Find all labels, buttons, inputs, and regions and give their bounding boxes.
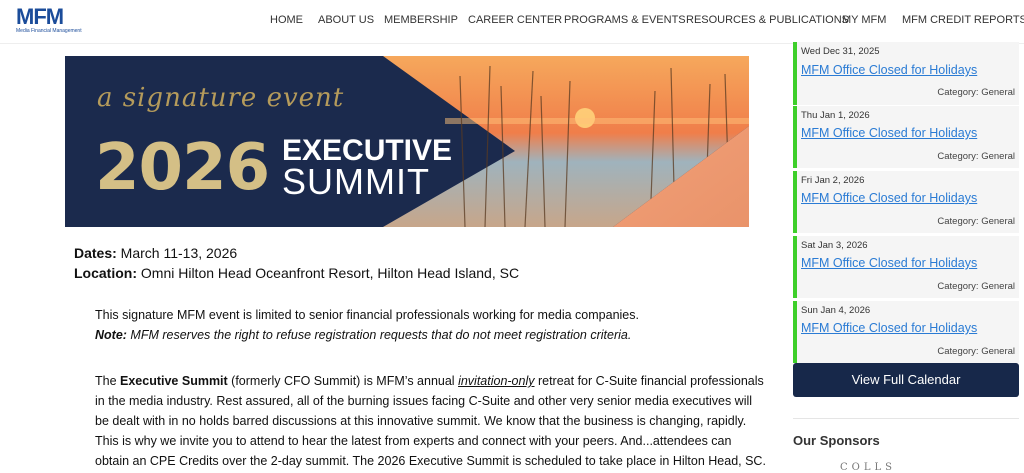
event-date: Sun Jan 4, 2026 bbox=[801, 305, 871, 316]
event-category: Category: General bbox=[937, 87, 1015, 98]
nav-resources-publications[interactable]: RESOURCES & PUBLICATIONS bbox=[686, 13, 849, 27]
event-category: Category: General bbox=[937, 281, 1015, 292]
invitation-only-link[interactable]: invitation-only bbox=[458, 374, 534, 388]
location-line: Location: Omni Hilton Head Oceanfront Re… bbox=[74, 263, 774, 283]
calendar-event: Sat Jan 3, 2026 MFM Office Closed for Ho… bbox=[793, 236, 1019, 298]
site-header: MFM Media Financial Management HOME ABOU… bbox=[0, 0, 1024, 44]
calendar-event: Sun Jan 4, 2026 MFM Office Closed for Ho… bbox=[793, 301, 1019, 363]
mfm-logo[interactable]: MFM Media Financial Management bbox=[16, 4, 82, 36]
note-text: MFM reserves the right to refuse registr… bbox=[126, 328, 632, 342]
summit-description: The Executive Summit (formerly CFO Summi… bbox=[95, 371, 785, 471]
nav-mfm-credit-reports[interactable]: MFM CREDIT REPORTS bbox=[902, 13, 1024, 27]
nav-programs-events[interactable]: PROGRAMS & EVENTS bbox=[564, 13, 686, 27]
location-value: Omni Hilton Head Oceanfront Resort, Hilt… bbox=[137, 265, 520, 281]
note-line: Note: MFM reserves the right to refuse r… bbox=[95, 325, 785, 345]
event-title-link[interactable]: MFM Office Closed for Holidays bbox=[801, 256, 977, 270]
calendar-event: Wed Dec 31, 2025 MFM Office Closed for H… bbox=[793, 42, 1019, 105]
nav-career-center[interactable]: CAREER CENTER bbox=[468, 13, 562, 27]
event-category: Category: General bbox=[937, 346, 1015, 357]
nav-home[interactable]: HOME bbox=[270, 13, 303, 27]
view-full-calendar-button[interactable]: View Full Calendar bbox=[793, 363, 1019, 397]
body-line-2: in the media industry. Rest assured, all… bbox=[95, 394, 753, 408]
event-title-link[interactable]: MFM Office Closed for Holidays bbox=[801, 126, 977, 140]
nav-membership[interactable]: MEMBERSHIP bbox=[384, 13, 458, 27]
intro-line: This signature MFM event is limited to s… bbox=[95, 308, 639, 322]
dates-label: Dates: bbox=[74, 245, 117, 261]
event-title-link[interactable]: MFM Office Closed for Holidays bbox=[801, 63, 977, 77]
main-nav: HOME ABOUT US MEMBERSHIP CAREER CENTER P… bbox=[260, 13, 1024, 27]
body-line-5: obtain an CPE Credits over the 2-day sum… bbox=[95, 454, 766, 468]
dates-value: March 11-13, 2026 bbox=[116, 245, 238, 261]
event-title-link[interactable]: MFM Office Closed for Holidays bbox=[801, 321, 977, 335]
event-date: Thu Jan 1, 2026 bbox=[801, 110, 870, 121]
sidebar-divider bbox=[793, 418, 1019, 419]
dates-line: Dates: March 11-13, 2026 bbox=[74, 243, 774, 263]
calendar-event: Fri Jan 2, 2026 MFM Office Closed for Ho… bbox=[793, 171, 1019, 233]
event-details: Dates: March 11-13, 2026 Location: Omni … bbox=[74, 243, 774, 283]
banner-year: 2026 bbox=[95, 131, 270, 205]
banner-summit: SUMMIT bbox=[282, 161, 430, 202]
logo-mark: MFM bbox=[16, 4, 64, 29]
event-date: Sat Jan 3, 2026 bbox=[801, 240, 868, 251]
note-label: Note: bbox=[95, 328, 127, 342]
nav-about-us[interactable]: ABOUT US bbox=[318, 13, 374, 27]
body-line-3: be dealt with in no holds barred discuss… bbox=[95, 414, 747, 428]
intro-paragraph: This signature MFM event is limited to s… bbox=[95, 305, 785, 345]
body-line-4: This is why we invite you to attend to h… bbox=[95, 434, 732, 448]
sponsor-logo[interactable]: COLLS bbox=[840, 462, 896, 473]
event-date: Wed Dec 31, 2025 bbox=[801, 46, 880, 57]
location-label: Location: bbox=[74, 265, 137, 281]
executive-summit-banner: a signature event 2026 EXECUTIVE SUMMIT bbox=[65, 56, 749, 227]
calendar-event: Thu Jan 1, 2026 MFM Office Closed for Ho… bbox=[793, 106, 1019, 168]
banner-signature-text: a signature event bbox=[97, 83, 345, 113]
event-category: Category: General bbox=[937, 151, 1015, 162]
event-title-link[interactable]: MFM Office Closed for Holidays bbox=[801, 191, 977, 205]
logo-tagline: Media Financial Management bbox=[16, 28, 82, 34]
event-category: Category: General bbox=[937, 216, 1015, 227]
event-date: Fri Jan 2, 2026 bbox=[801, 175, 865, 186]
sponsors-heading: Our Sponsors bbox=[793, 433, 880, 448]
nav-my-mfm[interactable]: MY MFM bbox=[842, 13, 886, 27]
body-line-1: The Executive Summit (formerly CFO Summi… bbox=[95, 374, 764, 388]
summit-name: Executive Summit bbox=[120, 374, 228, 388]
